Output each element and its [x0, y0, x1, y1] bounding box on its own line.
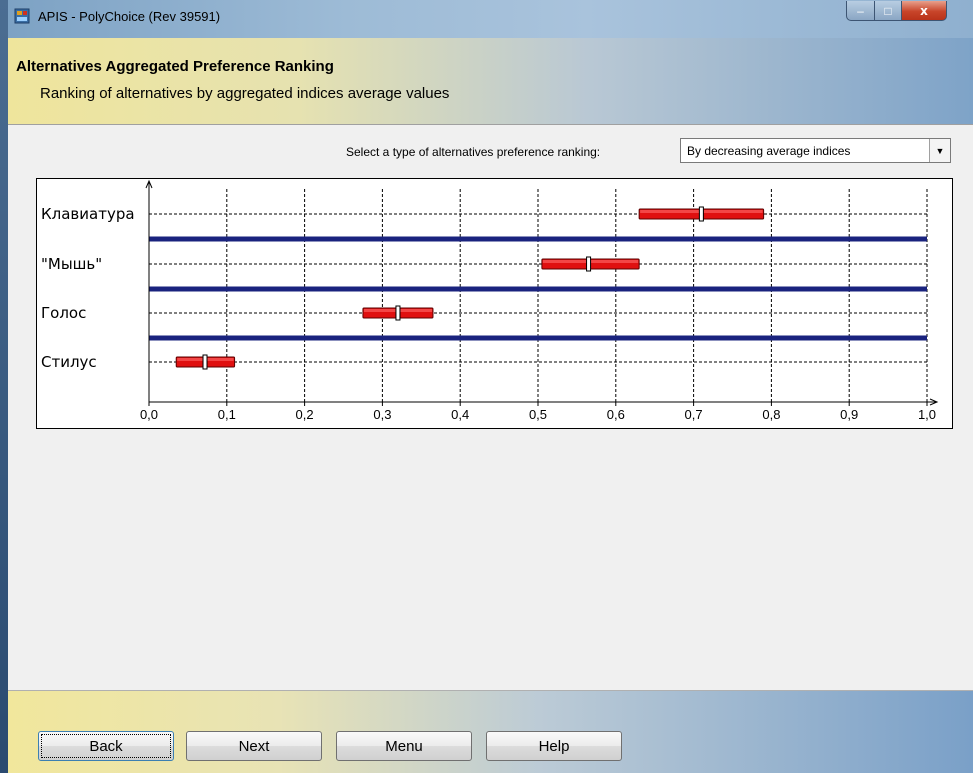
help-button[interactable]: Help — [486, 731, 622, 761]
row-separator — [149, 236, 927, 242]
app-window: APIS - PolyChoice (Rev 39591) – □ x Alte… — [8, 0, 973, 773]
interval-mean-marker — [586, 256, 592, 272]
x-tick-label: 0,2 — [296, 407, 314, 422]
row-separator — [149, 286, 927, 292]
x-tick-label: 1,0 — [918, 407, 936, 422]
x-tick-label: 0,7 — [685, 407, 703, 422]
x-tick-label: 0,8 — [762, 407, 780, 422]
next-button[interactable]: Next — [186, 731, 322, 761]
window-title: APIS - PolyChoice (Rev 39591) — [38, 9, 221, 24]
x-tick-label: 0,0 — [140, 407, 158, 422]
row-separator — [149, 335, 927, 341]
interval-bar — [362, 305, 434, 321]
back-button[interactable]: Back — [38, 731, 174, 761]
maximize-button[interactable]: □ — [874, 1, 902, 21]
page-header: Alternatives Aggregated Preference Ranki… — [8, 38, 973, 125]
minimize-button[interactable]: – — [846, 1, 875, 21]
x-tick-label: 0,3 — [373, 407, 391, 422]
interval-mean-marker — [698, 206, 704, 222]
x-tick-label: 0,4 — [451, 407, 469, 422]
ranking-type-value: By decreasing average indices — [687, 144, 851, 158]
maximize-icon: □ — [884, 3, 892, 18]
interval-bar — [541, 256, 640, 272]
footer-bar: Back Next Menu Help — [8, 690, 973, 773]
page-subtitle: Ranking of alternatives by aggregated in… — [40, 85, 450, 102]
ranking-type-select[interactable]: By decreasing average indices ▼ — [680, 138, 951, 163]
close-icon: x — [920, 3, 928, 18]
category-label: "Мышь" — [41, 255, 102, 273]
interval-bar — [638, 206, 765, 222]
menu-button[interactable]: Menu — [336, 731, 472, 761]
category-label: Клавиатура — [41, 205, 135, 223]
x-tick-label: 0,9 — [840, 407, 858, 422]
chevron-down-icon[interactable]: ▼ — [929, 139, 950, 162]
minimize-icon: – — [857, 3, 864, 18]
interval-bar — [175, 354, 236, 370]
interval-mean-marker — [395, 305, 401, 321]
category-label: Голос — [41, 304, 86, 322]
desktop-edge — [0, 0, 8, 773]
x-tick-label: 0,6 — [607, 407, 625, 422]
title-bar[interactable]: APIS - PolyChoice (Rev 39591) – □ x — [8, 0, 973, 38]
app-icon — [14, 8, 30, 24]
interval-mean-marker — [202, 354, 208, 370]
close-button[interactable]: x — [901, 1, 947, 21]
category-label: Стилус — [41, 353, 97, 371]
ranking-chart: 0,0 0,1 0,2 0,3 0,4 0,5 0,6 0,7 0,8 0,9 1,0 Клавиат… — [36, 178, 953, 429]
ranking-type-label: Select a type of alternatives preference… — [346, 145, 601, 159]
ranking-chart-svg: 0,0 0,1 0,2 0,3 0,4 0,5 0,6 0,7 0,8 0,9 1,0 Клавиат… — [41, 179, 939, 422]
page-title: Alternatives Aggregated Preference Ranki… — [16, 58, 334, 75]
x-tick-label: 0,1 — [218, 407, 236, 422]
x-tick-label: 0,5 — [529, 407, 547, 422]
